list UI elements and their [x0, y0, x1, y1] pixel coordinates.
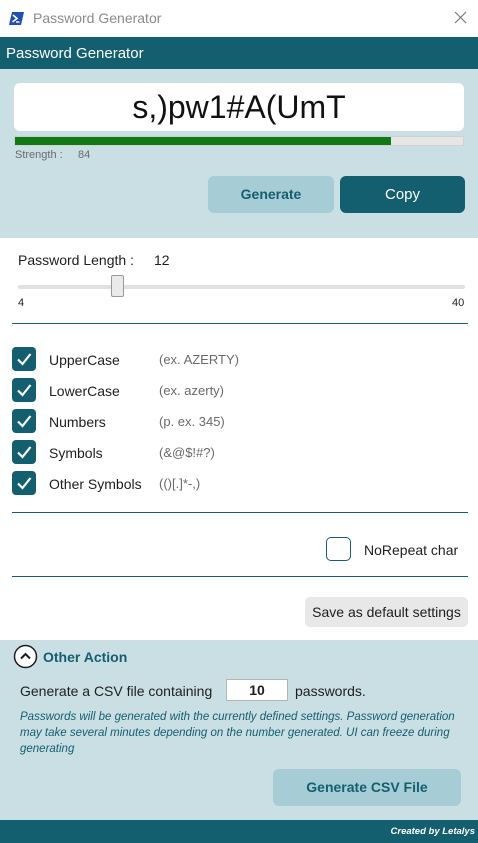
option-hint: (()[.]*-,) — [159, 476, 201, 491]
other-action-title[interactable]: Other Action — [43, 649, 127, 665]
checkmark-icon — [17, 446, 32, 459]
slider-min-label: 4 — [18, 297, 25, 309]
password-length-label: Password Length : — [18, 252, 134, 268]
checkmark-icon — [17, 384, 32, 397]
csv-prefix-text: Generate a CSV file containing — [20, 683, 213, 699]
strength-bar — [14, 136, 464, 146]
option-hint: (ex. AZERTY) — [159, 352, 239, 367]
chevron-up-icon[interactable] — [13, 644, 38, 669]
norepeat-checkbox[interactable] — [326, 537, 351, 561]
length-slider-thumb[interactable] — [111, 275, 124, 297]
credit-text: Created by Letalys — [390, 826, 475, 837]
strength-value: 84 — [78, 149, 91, 161]
option-label: UpperCase — [49, 352, 120, 368]
option-numbers[interactable]: Numbers (p. ex. 345) — [0, 409, 478, 435]
checkmark-icon — [17, 477, 32, 490]
slider-max-label: 40 — [452, 297, 465, 309]
option-hint: (ex. azerty) — [159, 383, 225, 398]
option-other-symbols[interactable]: Other Symbols (()[.]*-,) — [0, 471, 478, 497]
option-symbols[interactable]: Symbols (&@$!#?) — [0, 440, 478, 466]
password-length-value: 12 — [154, 252, 170, 268]
strength-label: Strength : — [15, 149, 63, 161]
copy-button[interactable]: Copy — [340, 176, 465, 213]
option-lowercase[interactable]: LowerCase (ex. azerty) — [0, 378, 478, 404]
generate-csv-button[interactable]: Generate CSV File — [273, 769, 461, 806]
checkmark-icon — [17, 415, 32, 428]
footer: Created by Letalys — [0, 820, 478, 843]
divider — [12, 512, 468, 513]
header-title: Password Generator — [6, 45, 144, 62]
option-hint: (p. ex. 345) — [159, 414, 225, 429]
other-symbols-checkbox[interactable] — [12, 471, 36, 495]
option-label: Numbers — [49, 414, 106, 430]
window-title: Password Generator — [33, 10, 162, 26]
csv-suffix-text: passwords. — [295, 683, 366, 699]
option-uppercase[interactable]: UpperCase (ex. AZERTY) — [0, 347, 478, 373]
option-label: Other Symbols — [49, 476, 142, 492]
option-label: Symbols — [49, 445, 103, 461]
divider — [12, 323, 468, 324]
lowercase-checkbox[interactable] — [12, 378, 36, 402]
numbers-checkbox[interactable] — [12, 409, 36, 433]
close-icon[interactable] — [448, 6, 472, 30]
generate-button[interactable]: Generate — [208, 176, 334, 213]
uppercase-checkbox[interactable] — [12, 347, 36, 371]
norepeat-label: NoRepeat char — [364, 542, 459, 558]
password-output[interactable]: s,)pw1#A(UmT — [14, 83, 464, 131]
symbols-checkbox[interactable] — [12, 440, 36, 464]
length-slider-track[interactable] — [18, 285, 465, 289]
header-bar: Password Generator — [0, 37, 478, 69]
option-hint: (&@$!#?) — [159, 445, 215, 460]
password-panel: s,)pw1#A(UmT Strength : 84 Generate Copy — [0, 69, 478, 238]
option-label: LowerCase — [49, 383, 120, 399]
title-bar: Password Generator — [0, 0, 478, 37]
csv-note: Passwords will be generated with the cur… — [20, 711, 455, 755]
strength-bar-fill — [15, 137, 392, 145]
save-default-settings-button[interactable]: Save as default settings — [305, 597, 468, 627]
checkmark-icon — [17, 353, 32, 366]
divider — [12, 576, 468, 577]
other-action-panel: Other Action Generate a CSV file contain… — [0, 640, 478, 820]
csv-count-input[interactable]: 10 — [226, 679, 288, 701]
powershell-icon — [9, 12, 24, 25]
